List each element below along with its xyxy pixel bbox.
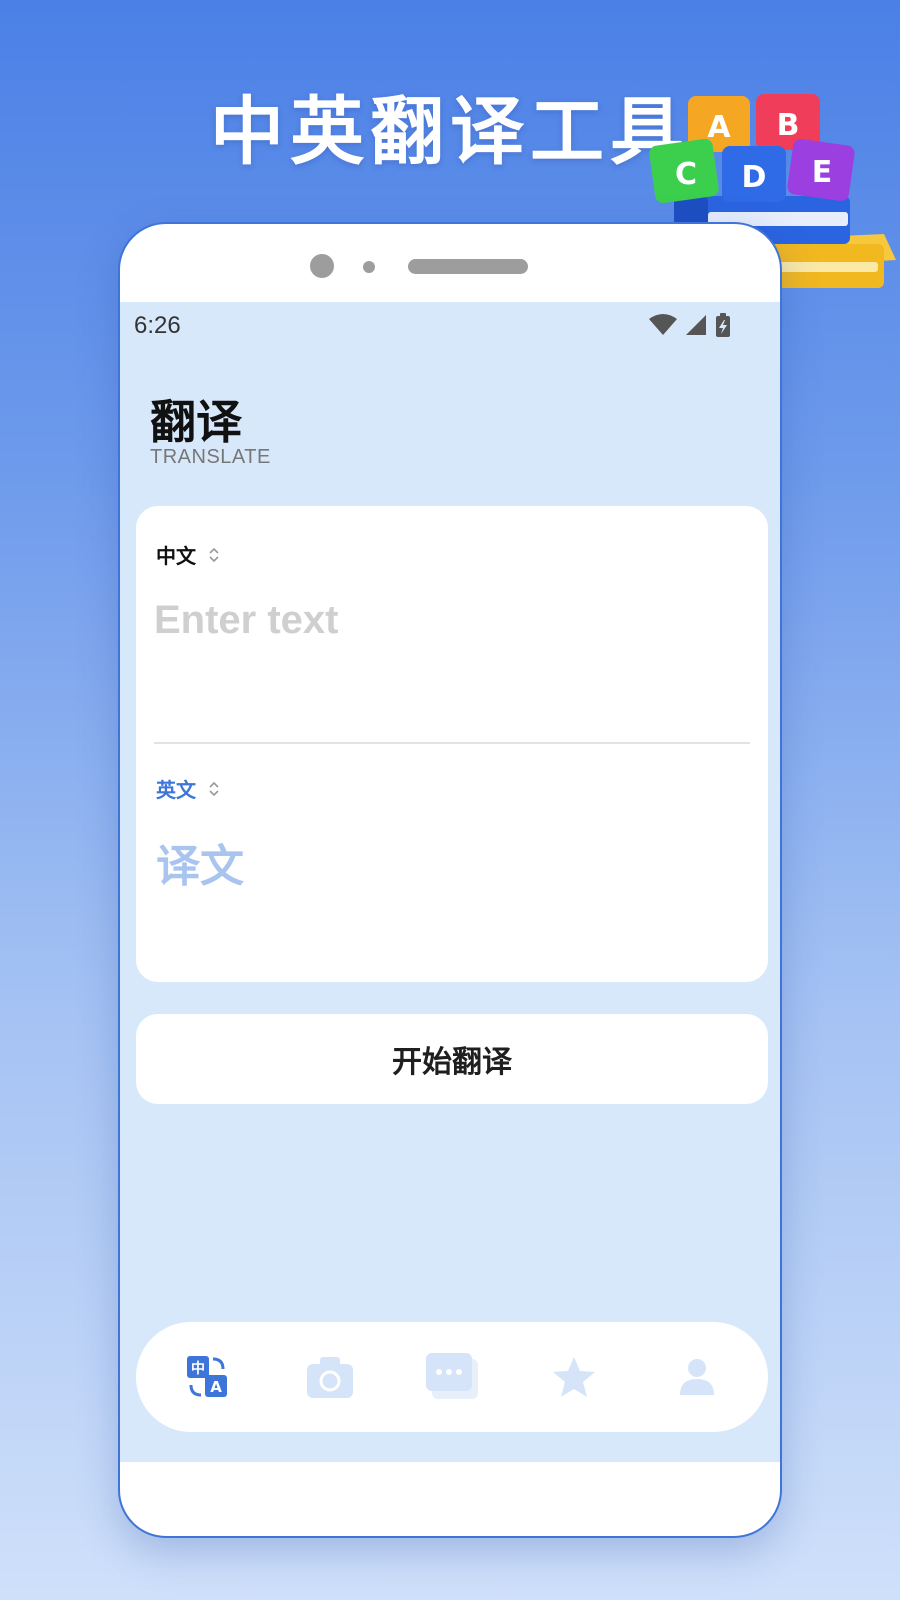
translate-card: 中文 英文 译文 (136, 506, 768, 982)
chevron-updown-icon (209, 781, 219, 796)
svg-text:B: B (777, 108, 800, 143)
svg-text:C: C (675, 157, 697, 192)
block-e-icon: E (787, 138, 855, 202)
speaker-grille (408, 259, 528, 274)
block-c-icon: C (649, 138, 719, 204)
signal-icon (686, 315, 706, 335)
phone-frame: 6:26 翻译 TRANSLATE 中文 Enter text 英文 译文 开始… (118, 222, 782, 1538)
source-language-label: 中文 (156, 544, 196, 568)
status-icons (648, 312, 732, 338)
svg-text:E: E (812, 155, 833, 190)
status-time: 6:26 (134, 312, 181, 339)
camera-icon (306, 1357, 353, 1398)
chevron-updown-icon (209, 547, 219, 562)
target-language-selector[interactable]: 英文 (156, 774, 220, 803)
svg-text:A: A (707, 110, 731, 145)
source-text-input[interactable] (154, 598, 744, 718)
bottom-nav: 中 A (136, 1322, 768, 1432)
star-icon (553, 1357, 596, 1397)
start-translate-button[interactable]: 开始翻译 (136, 1014, 768, 1104)
svg-text:A: A (210, 1378, 222, 1396)
svg-text:D: D (742, 160, 767, 195)
translate-icon: 中 A (187, 1356, 228, 1397)
status-bar: 6:26 (120, 302, 780, 352)
block-d-icon: D (722, 146, 786, 202)
nav-item-translate[interactable]: 中 A (167, 1337, 247, 1417)
chat-icon (425, 1353, 478, 1399)
battery-icon (716, 313, 730, 337)
nav-item-camera[interactable] (290, 1337, 370, 1417)
source-language-selector[interactable]: 中文 (156, 540, 220, 569)
svg-text:中: 中 (191, 1360, 205, 1377)
wifi-icon (649, 314, 677, 335)
app-screen: 6:26 翻译 TRANSLATE 中文 Enter text 英文 译文 开始… (120, 302, 780, 1462)
target-language-label: 英文 (156, 778, 196, 802)
nav-item-profile[interactable] (657, 1337, 737, 1417)
user-icon (679, 1359, 714, 1395)
page-subtitle: TRANSLATE (150, 446, 271, 468)
nav-item-chat[interactable] (412, 1337, 492, 1417)
nav-item-favorites[interactable] (534, 1337, 614, 1417)
divider (154, 742, 750, 744)
page-title: 翻译 (150, 395, 242, 449)
phone-top-bezel (120, 224, 780, 304)
sensor-icon (363, 261, 375, 273)
front-camera-icon (310, 254, 334, 278)
translation-output: 译文 (156, 841, 244, 892)
